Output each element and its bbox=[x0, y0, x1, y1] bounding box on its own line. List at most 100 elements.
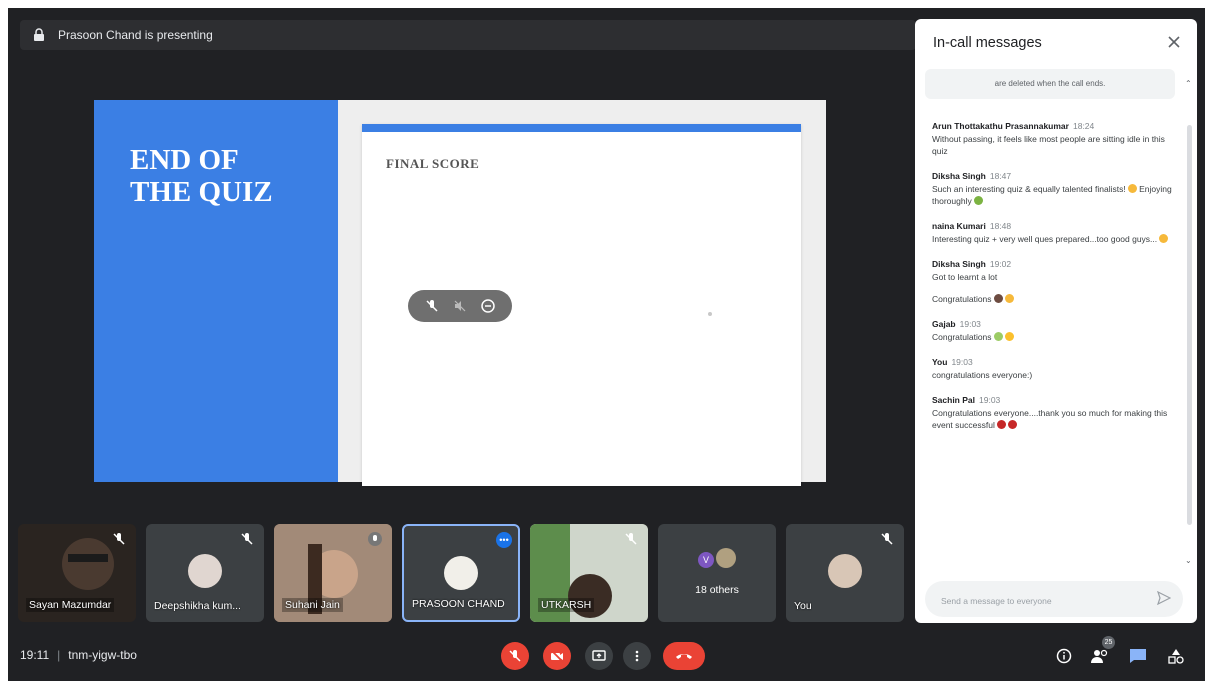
chat-message: Arun Thottakathu Prasannakumar 18:24 With… bbox=[932, 121, 1172, 157]
mic-off-icon bbox=[113, 533, 125, 545]
message-sender: Sachin Pal 19:03 bbox=[932, 395, 1001, 405]
present-screen-icon bbox=[592, 650, 606, 661]
input-placeholder: Send a message to everyone bbox=[941, 596, 1052, 606]
participant-name: Deepshikha kum... bbox=[154, 600, 241, 612]
presenter-icon bbox=[34, 28, 44, 41]
people-icon[interactable] bbox=[1090, 646, 1110, 666]
chat-message: You 19:03 congratulations everyone:) bbox=[932, 357, 1172, 381]
scroll-thumb[interactable] bbox=[1187, 125, 1192, 525]
participant-tile[interactable]: Sayan Mazumdar bbox=[18, 524, 136, 622]
mic-off-icon bbox=[509, 650, 521, 662]
activities-icon[interactable] bbox=[1166, 646, 1186, 666]
chat-message: Gajab 19:03 Congratulations bbox=[932, 319, 1172, 343]
remove-icon[interactable] bbox=[479, 297, 497, 315]
avatar bbox=[188, 554, 222, 588]
camera-off-icon bbox=[550, 649, 564, 663]
chat-notice: are deleted when the call ends. bbox=[925, 69, 1175, 99]
leave-call-button[interactable] bbox=[663, 642, 705, 670]
presenting-banner: Prasoon Chand is presenting bbox=[20, 20, 916, 50]
message-text: Got to learnt a lot bbox=[932, 272, 998, 282]
meet-stage: Prasoon Chand is presenting END OF THE Q… bbox=[8, 8, 1205, 681]
message-sender: naina Kumari 18:48 bbox=[932, 221, 1012, 231]
message-text: Congratulations everyone....thank you so… bbox=[932, 408, 1168, 430]
present-button[interactable] bbox=[585, 642, 613, 670]
card-top-strip bbox=[362, 124, 801, 132]
more-options-icon[interactable]: ••• bbox=[496, 532, 512, 548]
presenter-controls-pill bbox=[408, 290, 512, 322]
emoji-icon bbox=[1127, 184, 1137, 193]
message-text: Such an interesting quiz & equally talen… bbox=[932, 184, 1172, 206]
participant-name: You bbox=[794, 600, 812, 612]
send-icon[interactable] bbox=[1157, 591, 1171, 605]
others-count: 18 others bbox=[695, 584, 739, 596]
message-text: congratulations everyone:) bbox=[932, 370, 1033, 380]
mic-off-icon bbox=[368, 532, 382, 546]
mic-off-icon bbox=[881, 533, 893, 545]
chat-message-input[interactable]: Send a message to everyone bbox=[925, 581, 1183, 617]
participant-name: Suhani Jain bbox=[282, 598, 343, 612]
participant-tile-self[interactable]: You bbox=[786, 524, 904, 622]
participant-tile[interactable]: Deepshikha kum... bbox=[146, 524, 264, 622]
chat-message: naina Kumari 18:48 Interesting quiz + ver… bbox=[932, 221, 1172, 245]
emoji-icon bbox=[1004, 332, 1014, 341]
emoji-icon bbox=[996, 420, 1006, 429]
more-vert-icon bbox=[635, 650, 639, 662]
chat-message: Sachin Pal 19:03 Congratulations everyone… bbox=[932, 395, 1172, 431]
slide-blue-panel: END OF THE QUIZ bbox=[94, 100, 338, 482]
presenting-text: Prasoon Chand is presenting bbox=[58, 28, 213, 42]
bottom-toolbar: 19:11 | tnm-yigw-tbo 25 bbox=[8, 634, 1205, 678]
avatar bbox=[828, 554, 862, 588]
emoji-icon bbox=[1004, 294, 1014, 303]
chat-message: Diksha Singh 18:47 Such an interesting qu… bbox=[932, 171, 1172, 207]
message-sender: Arun Thottakathu Prasannakumar 18:24 bbox=[932, 121, 1095, 131]
separator: | bbox=[57, 648, 61, 662]
emoji-icon bbox=[993, 294, 1003, 303]
chat-message: Diksha Singh 19:02 Got to learnt a lot Co… bbox=[932, 259, 1172, 305]
participant-tile[interactable]: UTKARSH bbox=[530, 524, 648, 622]
emoji-icon bbox=[1007, 420, 1017, 429]
mic-off-icon bbox=[241, 533, 253, 545]
camera-toggle-button[interactable] bbox=[543, 642, 571, 670]
scroll-down-icon[interactable]: ⌄ bbox=[1185, 556, 1192, 565]
close-icon[interactable] bbox=[1165, 33, 1183, 51]
emoji-icon bbox=[973, 196, 983, 205]
participant-name: Sayan Mazumdar bbox=[26, 598, 115, 612]
meeting-info: 19:11 | tnm-yigw-tbo bbox=[20, 648, 137, 662]
info-icon[interactable] bbox=[1054, 646, 1074, 666]
participant-name: UTKARSH bbox=[538, 598, 595, 612]
participants-count-badge: 25 bbox=[1102, 636, 1115, 649]
meeting-code: tnm-yigw-tbo bbox=[68, 648, 137, 662]
final-score-label: FINAL SCORE bbox=[386, 156, 480, 171]
participant-tile-others[interactable]: V 18 others bbox=[658, 524, 776, 622]
message-sender: Diksha Singh 18:47 bbox=[932, 171, 1012, 181]
message-text: Congratulations bbox=[932, 331, 1172, 343]
mic-off-icon[interactable] bbox=[423, 297, 441, 315]
participant-tile[interactable]: Suhani Jain bbox=[274, 524, 392, 622]
chat-panel: In-call messages are deleted when the ca… bbox=[915, 19, 1197, 623]
message-text: Interesting quiz + very well ques prepar… bbox=[932, 233, 1172, 245]
chat-messages: Arun Thottakathu Prasannakumar 18:24 With… bbox=[932, 121, 1172, 445]
avatar bbox=[444, 556, 478, 590]
more-options-button[interactable] bbox=[623, 642, 651, 670]
emoji-icon bbox=[993, 332, 1003, 341]
chat-title: In-call messages bbox=[933, 35, 1042, 51]
chat-icon[interactable] bbox=[1128, 646, 1148, 666]
meeting-time: 19:11 bbox=[20, 648, 50, 662]
scroll-up-icon[interactable]: ⌃ bbox=[1185, 79, 1192, 88]
message-text: Without passing, it feels like most peop… bbox=[932, 134, 1165, 156]
avatar: V bbox=[698, 552, 714, 568]
chat-scrollbar[interactable]: ⌃ ⌄ bbox=[1185, 79, 1193, 565]
mic-toggle-button[interactable] bbox=[501, 642, 529, 670]
message-sender: You 19:03 bbox=[932, 357, 973, 367]
message-text: Congratulations bbox=[932, 293, 1172, 305]
mouse-cursor bbox=[708, 312, 712, 316]
message-sender: Gajab 19:03 bbox=[932, 319, 981, 329]
participant-tile-active[interactable]: ••• PRASOON CHAND bbox=[402, 524, 520, 622]
message-sender: Diksha Singh 19:02 bbox=[932, 259, 1012, 269]
participant-name: PRASOON CHAND bbox=[412, 598, 505, 610]
mic-off-icon bbox=[625, 533, 637, 545]
emoji-icon bbox=[1159, 234, 1169, 243]
call-end-icon bbox=[676, 654, 692, 659]
volume-off-icon[interactable] bbox=[451, 297, 469, 315]
slide-title: END OF THE QUIZ bbox=[130, 144, 273, 208]
